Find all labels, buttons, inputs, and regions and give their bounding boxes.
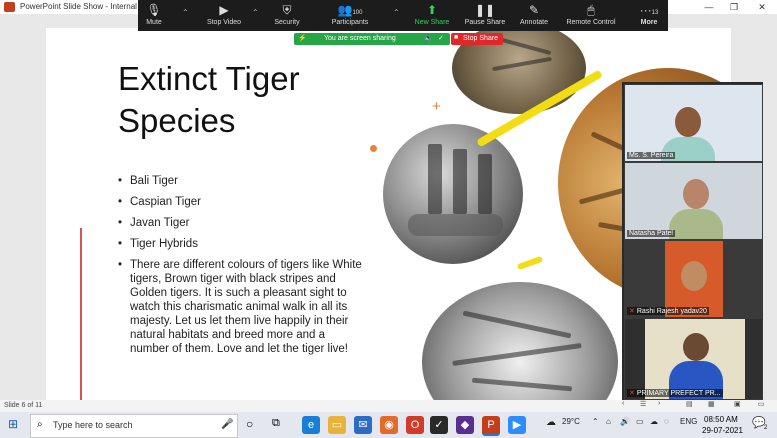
- temperature[interactable]: 29°C: [562, 417, 580, 426]
- normal-view-icon[interactable]: ▤: [686, 400, 693, 408]
- file-explorer-icon[interactable]: ▭: [328, 416, 346, 434]
- bullet-item: Caspian Tiger: [118, 195, 366, 209]
- participants-button[interactable]: 👥100 Participants: [326, 0, 374, 31]
- slide-sorter-icon[interactable]: ▦: [708, 400, 715, 408]
- close-button[interactable]: ✕: [750, 0, 774, 14]
- window-title: PowerPoint Slide Show - Internal: [20, 2, 137, 11]
- firefox-icon[interactable]: ◉: [380, 416, 398, 434]
- battery-icon[interactable]: ▭: [636, 417, 644, 426]
- tray-chevron-icon[interactable]: ⌃: [592, 417, 599, 426]
- share-screen-icon: ⬆: [426, 3, 438, 17]
- participant-name: Natasha Patel: [627, 230, 675, 237]
- mouse-icon: 🖱: [587, 3, 595, 17]
- slideshow-view-icon[interactable]: ▭: [758, 400, 765, 408]
- participant-face: [675, 107, 701, 137]
- bullet-item: Tiger Hybrids: [118, 237, 366, 251]
- restore-button[interactable]: ❐: [722, 0, 746, 14]
- mail-icon[interactable]: ✉: [354, 416, 372, 434]
- pause-icon: ❚❚: [474, 3, 496, 17]
- new-share-button[interactable]: ⬆ New Share: [412, 0, 452, 31]
- plus-decoration-icon: +: [432, 98, 441, 115]
- participant-face: [683, 333, 709, 361]
- chevron-up-icon[interactable]: ⌃: [393, 8, 400, 17]
- onedrive-icon[interactable]: ☁: [650, 417, 658, 426]
- remote-control-button[interactable]: 🖱 Remote Control: [562, 0, 620, 31]
- pen-icon: ✎: [528, 3, 540, 17]
- minimize-button[interactable]: —: [697, 0, 721, 14]
- zoom-taskbar-icon[interactable]: ▶: [508, 416, 526, 434]
- previous-slide-icon[interactable]: ‹: [622, 400, 624, 407]
- shield-icon: ⛨: [282, 3, 292, 17]
- video-tile[interactable]: Natasha Patel: [624, 162, 763, 240]
- powerpoint-taskbar-icon[interactable]: P: [482, 416, 500, 436]
- speaker-icon: 🔈: [424, 35, 433, 42]
- clock-date[interactable]: 29-07-2021: [702, 426, 743, 435]
- edge-browser-icon[interactable]: e: [302, 416, 320, 434]
- pause-share-button[interactable]: ❚❚ Pause Share: [464, 0, 506, 31]
- shield-check-icon: ✓: [438, 35, 444, 42]
- microphone-icon: 🎙: [146, 3, 162, 17]
- cortana-icon[interactable]: ○: [246, 417, 253, 431]
- security-button[interactable]: ⛨ Security: [266, 0, 308, 31]
- mic-muted-icon: ✕: [629, 308, 635, 315]
- chevron-up-icon[interactable]: ⌃: [182, 8, 189, 17]
- video-camera-icon: ▶: [219, 3, 229, 17]
- more-button[interactable]: ···13 More: [634, 0, 664, 31]
- stop-square-icon: ■: [454, 34, 459, 41]
- office-icon[interactable]: O: [406, 416, 424, 434]
- yellow-annotation-stroke: [516, 255, 544, 271]
- participant-face: [681, 261, 707, 291]
- mic-muted-icon: ✕: [629, 390, 635, 397]
- bullet-item: There are different colours of tigers li…: [118, 258, 366, 356]
- reading-view-icon[interactable]: ▣: [734, 400, 741, 408]
- stop-video-button[interactable]: ▶ Stop Video: [200, 0, 248, 31]
- zoom-meeting-toolbar: 🎙 Mute ⌃ ▶ Stop Video ⌃ ⛨ Security 👥100 …: [138, 0, 668, 31]
- slide-menu-icon[interactable]: ☰: [640, 400, 646, 408]
- network-icon[interactable]: ⌂: [606, 417, 611, 426]
- language-indicator[interactable]: ENG: [680, 417, 697, 426]
- bullet-list: Bali Tiger Caspian Tiger Javan Tiger Tig…: [118, 174, 366, 363]
- participant-name: ✕ PRIMARY PREFECT PR...: [627, 389, 723, 397]
- notification-count: 2: [764, 425, 768, 431]
- next-slide-icon[interactable]: ›: [658, 400, 660, 407]
- volume-icon[interactable]: 🔊: [620, 417, 630, 426]
- bullet-item: Javan Tiger: [118, 216, 366, 230]
- slide-title: Extinct Tiger Species: [118, 60, 300, 139]
- participant-name: ✕ Rashi Rajesh yadav20: [627, 307, 709, 315]
- search-icon: ⌕: [37, 419, 43, 430]
- video-tile[interactable]: Ms. S. Pereira: [624, 84, 763, 162]
- media-app-icon[interactable]: ◆: [456, 416, 474, 434]
- slide-counter: Slide 6 of 11: [4, 402, 43, 409]
- wifi-signal-icon: ⚡: [298, 35, 307, 42]
- microphone-icon[interactable]: 🎤: [221, 419, 233, 430]
- meet-now-icon[interactable]: ◌: [664, 417, 669, 426]
- screen-sharing-banner: ⚡ You are screen sharing 🔈 ✓: [294, 33, 450, 45]
- video-tile[interactable]: ✕ PRIMARY PREFECT PR...: [624, 318, 763, 400]
- more-count: 13: [651, 10, 659, 16]
- mute-button[interactable]: 🎙 Mute: [138, 0, 170, 31]
- bullet-item: Bali Tiger: [118, 174, 366, 188]
- clock-time[interactable]: 08:50 AM: [704, 415, 738, 424]
- slideshow-statusbar: Slide 6 of 11 ‹ ☰ › ▤ ▦ ▣ ▭: [0, 400, 777, 412]
- weather-icon[interactable]: ☁: [546, 417, 556, 428]
- stop-share-button[interactable]: ■ Stop Share: [451, 33, 503, 45]
- hunters-tiger-photo: [383, 124, 523, 264]
- video-gallery-panel: Ms. S. Pereira Natasha Patel ✕ Rashi Raje…: [622, 82, 763, 400]
- windows-start-icon[interactable]: ⊞: [8, 417, 18, 431]
- more-icon: ···13: [639, 3, 659, 17]
- participant-count: 100: [352, 10, 363, 16]
- video-tile[interactable]: ✕ Rashi Rajesh yadav20: [624, 240, 763, 318]
- taskbar-search-input[interactable]: ⌕ Type here to search 🎤: [30, 414, 238, 438]
- participants-icon: 👥100: [337, 3, 363, 17]
- task-view-icon[interactable]: ⧉: [272, 417, 280, 430]
- tasks-app-icon[interactable]: ✓: [430, 416, 448, 434]
- tiger-sketch-photo: [422, 282, 618, 414]
- participant-face: [683, 179, 709, 209]
- participant-name: Ms. S. Pereira: [627, 152, 676, 159]
- powerpoint-icon: [4, 2, 15, 12]
- annotate-button[interactable]: ✎ Annotate: [516, 0, 552, 31]
- orange-dot-decoration: [370, 145, 377, 152]
- chevron-up-icon[interactable]: ⌃: [252, 8, 259, 17]
- decorative-red-line: [80, 228, 82, 414]
